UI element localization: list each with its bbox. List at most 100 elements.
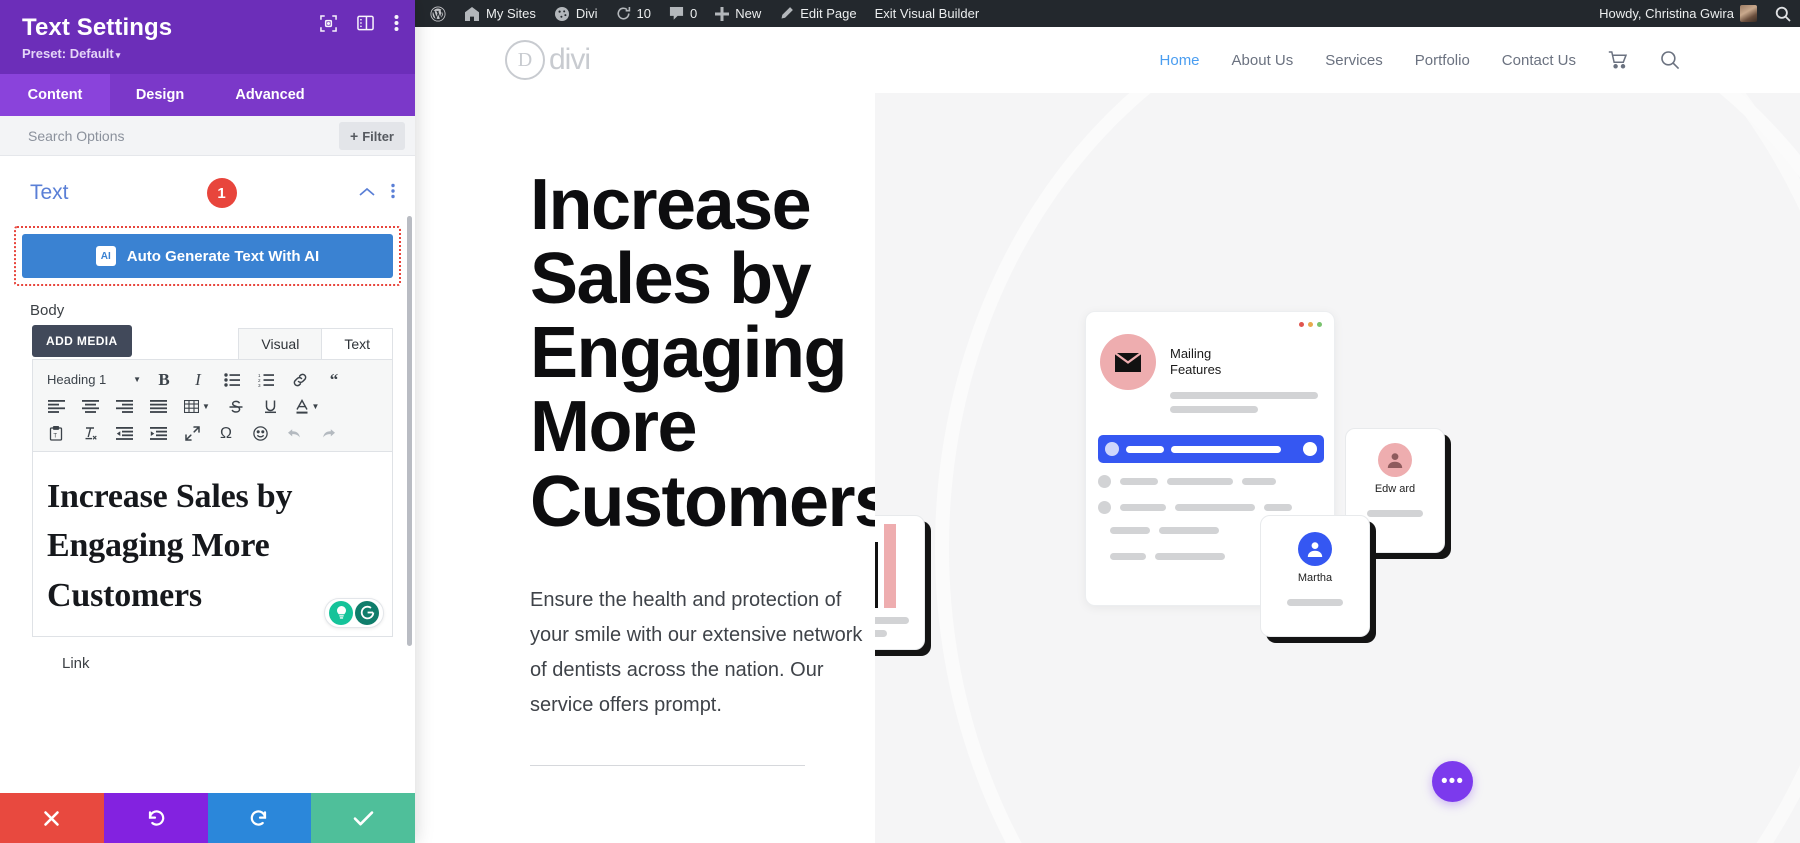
- edit-page-link[interactable]: Edit Page: [770, 0, 865, 27]
- new-content-menu[interactable]: New: [706, 0, 770, 27]
- divi-menu[interactable]: Divi: [545, 0, 607, 27]
- grammarly-widget[interactable]: [324, 598, 384, 628]
- italic-icon[interactable]: I: [181, 367, 215, 393]
- align-left-icon[interactable]: [39, 394, 73, 420]
- layout-icon[interactable]: [357, 15, 374, 31]
- numbered-list-icon[interactable]: 123: [249, 367, 283, 393]
- undo-button[interactable]: [104, 793, 208, 843]
- site-logo[interactable]: D divi: [505, 40, 590, 80]
- mail-title-line2: Features: [1170, 362, 1221, 377]
- text-settings-panel: Text Settings Preset: Default▾: [0, 0, 415, 843]
- strikethrough-icon[interactable]: [219, 394, 253, 420]
- special-character-icon[interactable]: Ω: [209, 421, 243, 447]
- more-vertical-icon[interactable]: [394, 14, 399, 32]
- format-select-value: Heading 1: [47, 372, 106, 387]
- filter-label: Filter: [362, 129, 394, 144]
- paste-as-text-icon[interactable]: T: [39, 421, 73, 447]
- updates-menu[interactable]: 10: [607, 0, 660, 27]
- toolbar-row-3: T Ω: [39, 420, 388, 447]
- status-badge: 1: [207, 178, 237, 208]
- panel-scrollbar[interactable]: [407, 216, 412, 646]
- editor-heading-text: Increase Sales by Engaging More Customer…: [47, 472, 378, 620]
- row-bar: [1126, 446, 1164, 453]
- wordpress-logo-icon[interactable]: [421, 0, 455, 27]
- grammarly-icon[interactable]: [355, 601, 379, 625]
- comments-menu[interactable]: 0: [660, 0, 706, 27]
- filter-button[interactable]: +Filter: [339, 122, 405, 150]
- website-preview: D divi Home About Us Services Portfolio …: [415, 27, 1800, 843]
- tab-advanced[interactable]: Advanced: [210, 74, 330, 116]
- row-bar: [1287, 599, 1343, 606]
- search-icon[interactable]: [1660, 50, 1680, 70]
- chevron-up-icon[interactable]: [359, 184, 375, 202]
- hero-paragraph[interactable]: Ensure the health and protection of your…: [530, 583, 875, 723]
- emoji-icon[interactable]: [243, 421, 277, 447]
- svg-text:3: 3: [258, 383, 261, 387]
- outdent-icon[interactable]: [107, 421, 141, 447]
- nav-item-home[interactable]: Home: [1160, 52, 1200, 69]
- account-menu[interactable]: Howdy, Christina Gwira: [1590, 0, 1766, 27]
- redo-icon[interactable]: [311, 421, 345, 447]
- add-module-fab[interactable]: •••: [1432, 761, 1473, 802]
- placeholder-bar: [1170, 406, 1258, 413]
- panel-header: Text Settings Preset: Default▾: [0, 0, 415, 74]
- hero-divider: [530, 765, 805, 766]
- blockquote-icon[interactable]: “: [317, 367, 351, 393]
- updates-count: 10: [637, 6, 651, 21]
- tab-content[interactable]: Content: [0, 74, 110, 116]
- fullscreen-icon[interactable]: [175, 421, 209, 447]
- chevron-down-icon: ▼: [133, 375, 141, 384]
- preset-selector[interactable]: Preset: Default▾: [22, 46, 395, 61]
- auto-generate-text-with-ai-button[interactable]: AI Auto Generate Text With AI: [22, 234, 393, 278]
- row-bar: [1120, 504, 1166, 511]
- dot-green: [1317, 322, 1322, 327]
- bold-icon[interactable]: B: [147, 367, 181, 393]
- clear-formatting-icon[interactable]: [73, 421, 107, 447]
- exit-visual-builder-link[interactable]: Exit Visual Builder: [866, 0, 989, 27]
- analytics-card: [875, 515, 925, 650]
- mailing-features-title: Mailing Features: [1170, 346, 1221, 379]
- redo-button[interactable]: [208, 793, 312, 843]
- section-more-vertical-icon[interactable]: [391, 183, 395, 204]
- nav-item-services[interactable]: Services: [1325, 52, 1383, 69]
- row-bar: [1367, 510, 1423, 517]
- cart-icon[interactable]: [1608, 51, 1628, 69]
- discard-button[interactable]: [0, 793, 104, 843]
- row-marker: [1105, 442, 1119, 456]
- undo-icon[interactable]: [277, 421, 311, 447]
- hero-copy: Increase Sales by Engaging More Customer…: [415, 93, 875, 843]
- row-bar: [1110, 553, 1146, 560]
- hero-heading[interactable]: Increase Sales by Engaging More Customer…: [530, 168, 875, 539]
- list-item: [1098, 501, 1292, 514]
- mailing-features-header: Mailing Features: [1086, 312, 1334, 390]
- section-header-icons: [359, 183, 395, 204]
- align-justify-icon[interactable]: [141, 394, 175, 420]
- paragraph-format-select[interactable]: Heading 1 ▼: [39, 368, 147, 392]
- align-center-icon[interactable]: [73, 394, 107, 420]
- table-icon[interactable]: ▼: [175, 394, 219, 420]
- site-nav-menu: Home About Us Services Portfolio Contact…: [1160, 50, 1680, 70]
- bulleted-list-icon[interactable]: [215, 367, 249, 393]
- tab-text[interactable]: Text: [322, 328, 393, 359]
- underline-icon[interactable]: [253, 394, 287, 420]
- align-right-icon[interactable]: [107, 394, 141, 420]
- tab-design[interactable]: Design: [110, 74, 210, 116]
- nav-item-about-us[interactable]: About Us: [1232, 52, 1294, 69]
- editor-content-area[interactable]: Increase Sales by Engaging More Customer…: [32, 452, 393, 637]
- add-media-button[interactable]: ADD MEDIA: [32, 325, 132, 357]
- nav-item-contact-us[interactable]: Contact Us: [1502, 52, 1576, 69]
- my-sites-menu[interactable]: My Sites: [455, 0, 545, 27]
- text-color-icon[interactable]: ▼: [287, 394, 327, 420]
- indent-icon[interactable]: [141, 421, 175, 447]
- tab-visual[interactable]: Visual: [238, 328, 322, 359]
- lightbulb-icon[interactable]: [329, 601, 353, 625]
- search-icon[interactable]: [1766, 0, 1800, 27]
- nav-item-portfolio[interactable]: Portfolio: [1415, 52, 1470, 69]
- row-bar: [1120, 478, 1158, 485]
- save-button[interactable]: [311, 793, 415, 843]
- link-icon[interactable]: [283, 367, 317, 393]
- focus-icon[interactable]: [320, 15, 337, 32]
- search-input[interactable]: [28, 128, 278, 144]
- divi-label: Divi: [576, 6, 598, 21]
- envelope-icon: [1100, 334, 1156, 390]
